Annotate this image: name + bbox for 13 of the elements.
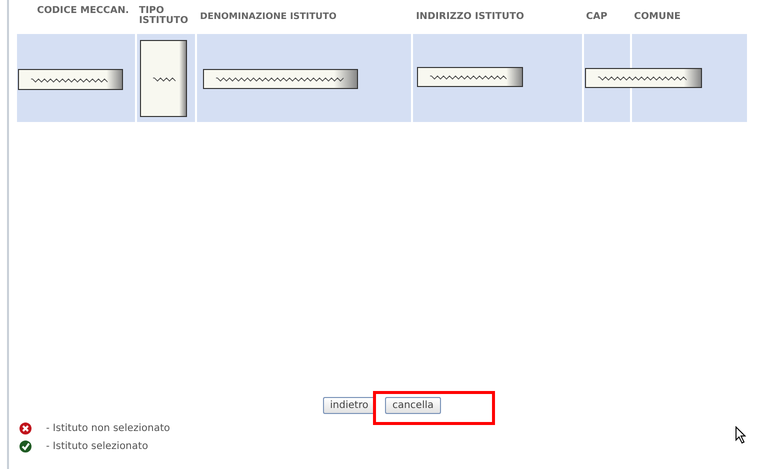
column-header: CODICE MECCAN. <box>36 4 130 18</box>
check-icon <box>19 440 32 453</box>
column-header: CAP <box>585 10 608 24</box>
action-button[interactable]: indietro <box>323 397 376 414</box>
column-header: INDIRIZZO ISTITUTO <box>415 10 526 24</box>
legend-text: - Istituto non selezionato <box>46 423 170 434</box>
legend-text: - Istituto selezionato <box>46 441 148 452</box>
column-header: DENOMINAZIONE ISTITUTO <box>199 11 338 24</box>
column-header: TIPO ISTITUTO <box>138 4 190 28</box>
column-header: COMUNE <box>633 10 682 24</box>
cross-icon <box>19 422 32 435</box>
action-button[interactable]: cancella <box>385 397 441 414</box>
mouse-pointer-icon <box>735 426 747 444</box>
